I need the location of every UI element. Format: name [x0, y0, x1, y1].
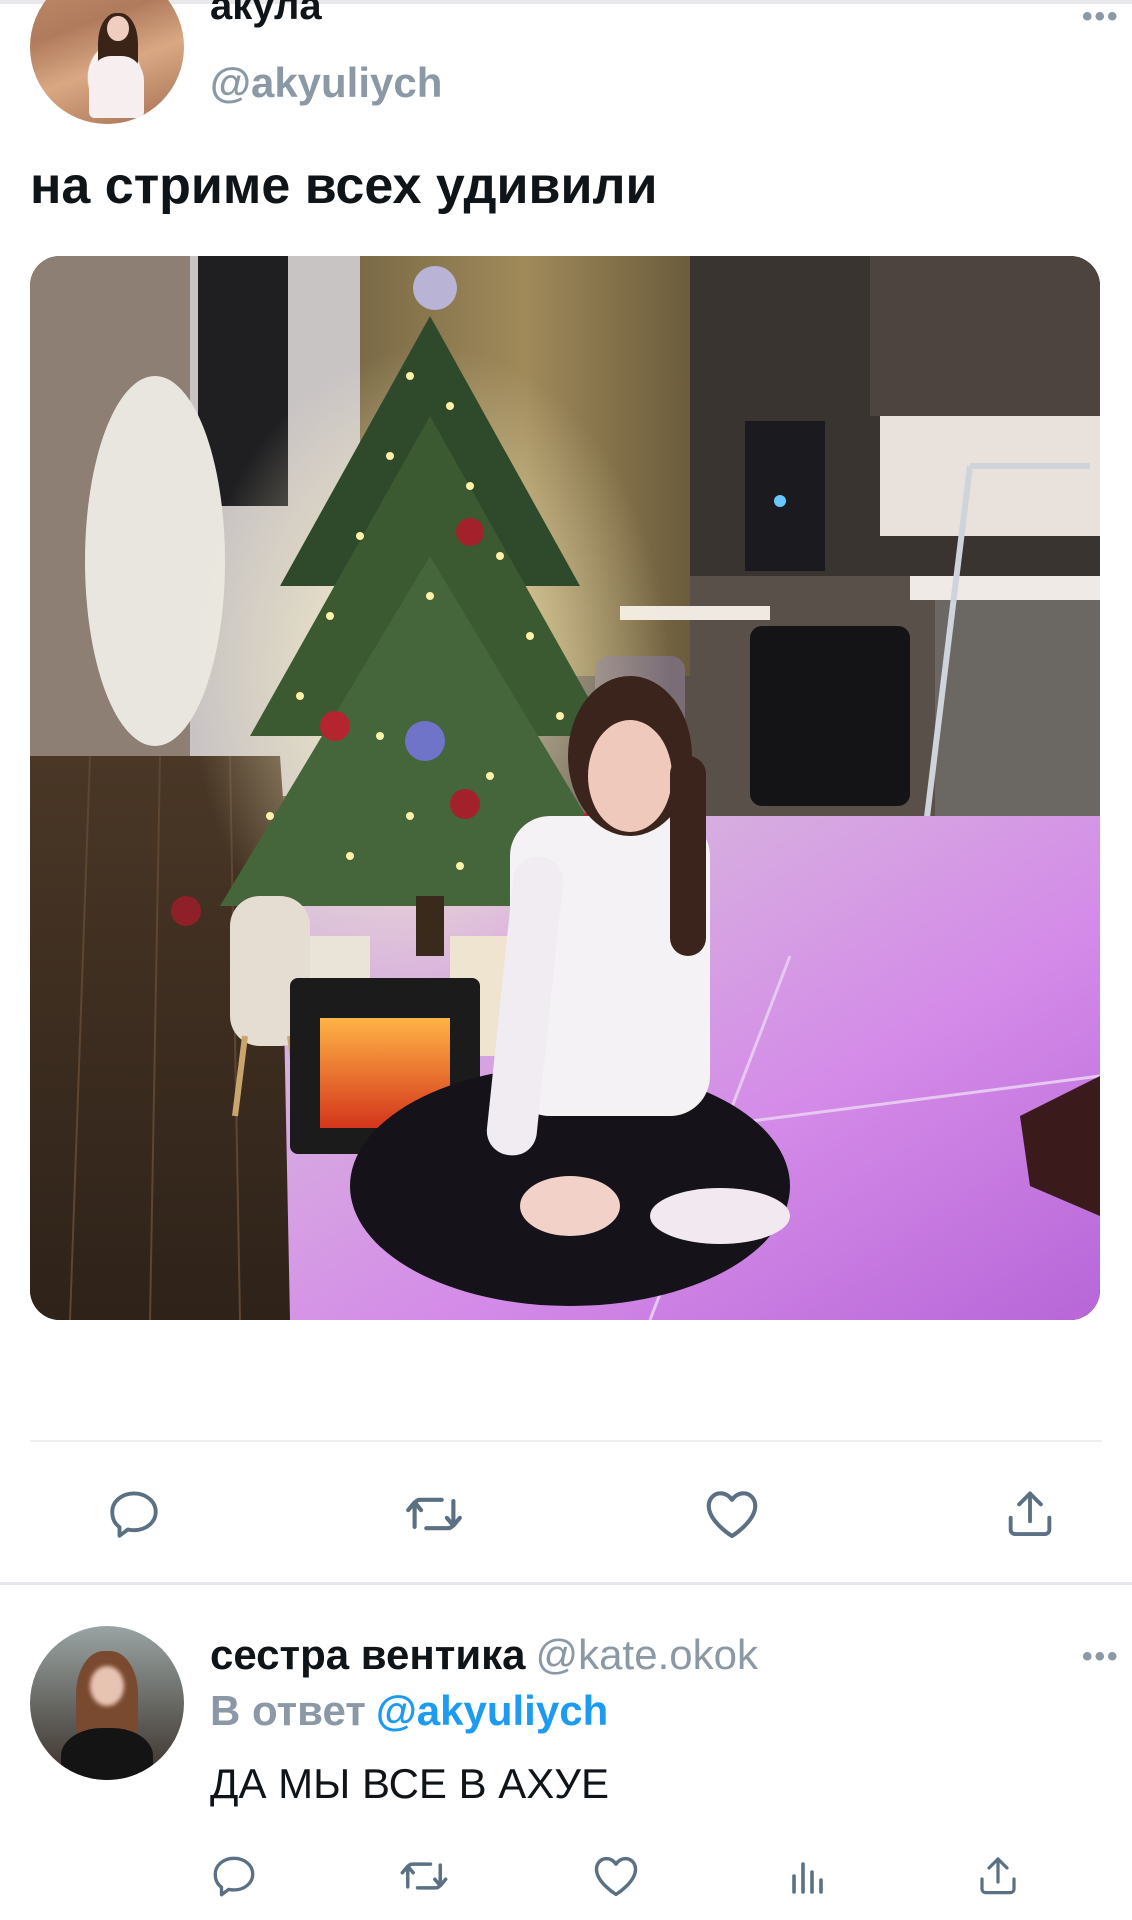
reply-text: ДА МЫ ВСЕ В АХУЕ [210, 1760, 609, 1807]
reply-icon [213, 1856, 255, 1897]
author-avatar[interactable] [30, 0, 184, 124]
tweet-separator [0, 1582, 1132, 1585]
reply-context: В ответ @akyuliych [210, 1690, 608, 1732]
tweet-text: на стриме всех удивили [30, 157, 658, 215]
reply-icon [110, 1491, 158, 1538]
like-button[interactable] [696, 1478, 768, 1550]
reply-reply-button[interactable] [204, 1846, 264, 1906]
heart-icon [594, 1856, 638, 1897]
more-options-icon[interactable]: ••• [1082, 0, 1120, 34]
author-display-name[interactable]: акула [210, 0, 322, 26]
retweet-icon [400, 1862, 448, 1890]
reply-author-display-name[interactable]: сестра вентика [210, 1631, 526, 1678]
reply-like-button[interactable] [586, 1846, 646, 1906]
author-handle[interactable]: @akyuliych [210, 62, 442, 104]
reply-author-handle[interactable]: @kate.okok [536, 1631, 758, 1678]
reply-to-handle-link[interactable]: @akyuliych [376, 1687, 608, 1734]
reply-share-button[interactable] [968, 1846, 1028, 1906]
reply-more-options-icon[interactable]: ••• [1082, 1640, 1120, 1674]
reply-to-label: В ответ [210, 1687, 366, 1734]
reply-author-avatar[interactable] [30, 1626, 184, 1780]
heart-icon [706, 1491, 758, 1539]
share-button[interactable] [994, 1478, 1066, 1550]
actions-top-divider [30, 1440, 1102, 1442]
retweet-button[interactable] [398, 1478, 470, 1550]
reply-button[interactable] [98, 1478, 170, 1550]
retweet-icon [406, 1497, 462, 1531]
reply-views-button[interactable] [778, 1846, 838, 1906]
analytics-icon [792, 1862, 823, 1894]
share-icon [980, 1857, 1016, 1895]
share-icon [1008, 1491, 1052, 1536]
tweet-photo[interactable] [30, 256, 1100, 1320]
reply-header: сестра вентика @kate.okok [210, 1634, 758, 1676]
reply-retweet-button[interactable] [394, 1846, 454, 1906]
